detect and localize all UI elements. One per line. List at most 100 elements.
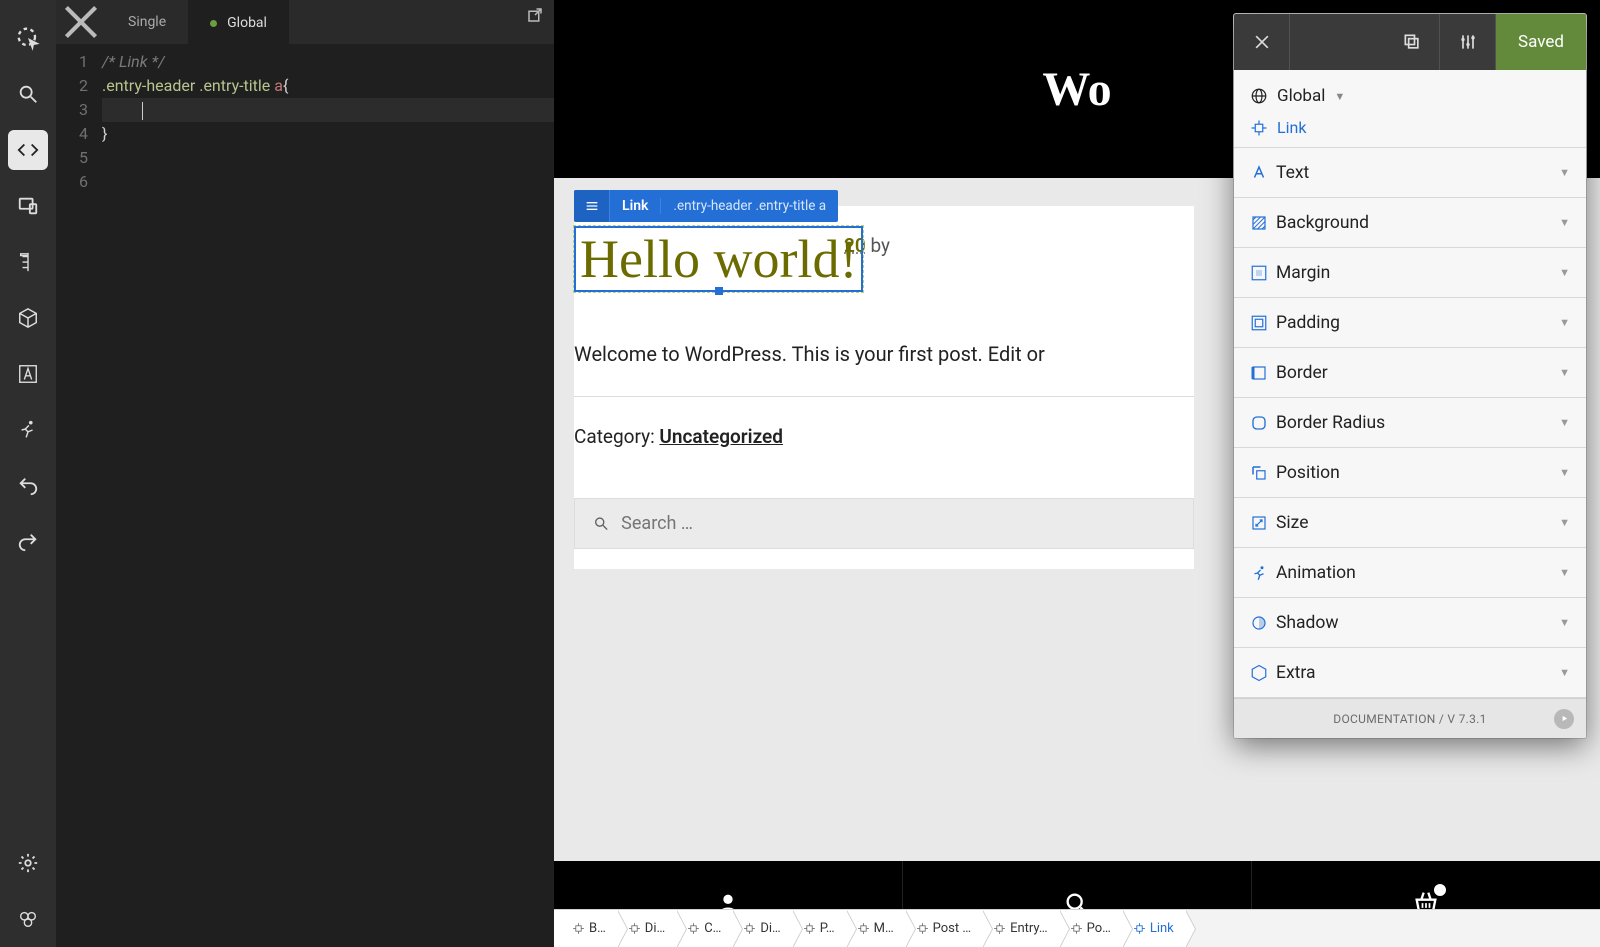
inspector-settings[interactable]	[1440, 14, 1496, 70]
tool-redo[interactable]	[8, 522, 48, 562]
unsaved-dot-icon	[210, 20, 217, 27]
extra-icon	[1250, 664, 1276, 682]
chevron-down-icon: ▼	[1559, 416, 1570, 429]
tool-3d[interactable]	[8, 298, 48, 338]
section-label: Margin	[1276, 263, 1559, 283]
selection-label: Link	[610, 198, 661, 214]
drag-handle-icon[interactable]	[574, 190, 610, 222]
tab-global[interactable]: Global	[188, 0, 289, 44]
target-icon	[687, 922, 700, 935]
inspector-panel: Saved Global ▼ Link Text▼Background▼Marg…	[1234, 14, 1586, 738]
chevron-down-icon: ▼	[1559, 266, 1570, 279]
tool-selector[interactable]	[8, 18, 48, 58]
target-icon	[628, 922, 641, 935]
inspector-copy[interactable]	[1384, 14, 1440, 70]
chevron-down-icon: ▼	[1334, 90, 1345, 103]
section-border-radius[interactable]: Border Radius▼	[1234, 398, 1586, 448]
post-content: Welcome to WordPress. This is your first…	[574, 322, 1194, 397]
size-icon	[1250, 514, 1276, 532]
tool-animation[interactable]	[8, 410, 48, 450]
tool-extensions[interactable]	[8, 899, 48, 939]
section-label: Border Radius	[1276, 413, 1559, 433]
popout-button[interactable]	[526, 6, 544, 28]
code-tabs: Single Global	[56, 0, 554, 44]
shadow-icon	[1250, 614, 1276, 632]
target-icon	[1070, 922, 1083, 935]
scope-label: Global	[1277, 86, 1325, 106]
selected-element[interactable]: Hello world!	[574, 226, 863, 292]
section-text[interactable]: Text▼	[1234, 148, 1586, 198]
crumb-label: Entry…	[1010, 921, 1048, 936]
chevron-down-icon: ▼	[1559, 366, 1570, 379]
post-by: by	[870, 234, 890, 257]
category-label: Category:	[574, 425, 659, 448]
section-shadow[interactable]: Shadow▼	[1234, 598, 1586, 648]
target-icon	[803, 922, 816, 935]
section-padding[interactable]: Padding▼	[1234, 298, 1586, 348]
app-root: Single Global 1/* Link */2.entry-header …	[0, 0, 1600, 947]
search-input[interactable]	[621, 513, 1175, 534]
tool-typography[interactable]	[8, 354, 48, 394]
entry-title-link[interactable]: Hello world!	[576, 227, 861, 291]
target-icon	[993, 922, 1006, 935]
section-label: Border	[1276, 363, 1559, 383]
target-icon	[1250, 119, 1268, 137]
chevron-down-icon: ▼	[1559, 516, 1570, 529]
chevron-down-icon: ▼	[1559, 616, 1570, 629]
section-margin[interactable]: Margin▼	[1234, 248, 1586, 298]
target-icon	[857, 922, 870, 935]
target-element[interactable]: Link	[1250, 110, 1570, 141]
post-category: Category: Uncategorized	[574, 397, 1194, 448]
save-status[interactable]: Saved	[1496, 14, 1586, 70]
code-panel: Single Global 1/* Link */2.entry-header …	[56, 0, 554, 947]
target-icon	[916, 922, 929, 935]
category-link[interactable]: Uncategorized	[659, 425, 783, 448]
section-extra[interactable]: Extra▼	[1234, 648, 1586, 698]
chevron-down-icon: ▼	[1559, 466, 1570, 479]
tool-code[interactable]	[8, 130, 48, 170]
section-label: Extra	[1276, 663, 1559, 683]
section-background[interactable]: Background▼	[1234, 198, 1586, 248]
section-animation[interactable]: Animation▼	[1234, 548, 1586, 598]
tab-single[interactable]: Single	[106, 0, 188, 44]
target-icon	[572, 922, 585, 935]
chevron-down-icon: ▼	[1559, 666, 1570, 679]
close-code-panel[interactable]	[56, 0, 106, 44]
inspector-close[interactable]	[1234, 14, 1290, 70]
version-label: DOCUMENTATION / V 7.3.1	[1333, 712, 1486, 726]
chevron-down-icon: ▼	[1559, 316, 1570, 329]
search-icon	[593, 515, 609, 532]
section-border[interactable]: Border▼	[1234, 348, 1586, 398]
target-icon	[743, 922, 756, 935]
tool-search[interactable]	[8, 74, 48, 114]
crumb-label: B…	[589, 921, 606, 936]
text-icon	[1250, 164, 1276, 182]
target-icon	[1133, 922, 1146, 935]
crumb-label: Di…	[645, 921, 665, 936]
tool-settings[interactable]	[8, 843, 48, 883]
code-editor[interactable]: 1/* Link */2.entry-header .entry-title a…	[56, 44, 554, 947]
background-icon	[1250, 214, 1276, 232]
play-button[interactable]	[1554, 709, 1574, 729]
crumb-label: Link	[1150, 921, 1174, 936]
tool-ruler[interactable]	[8, 242, 48, 282]
section-size[interactable]: Size▼	[1234, 498, 1586, 548]
tool-devices[interactable]	[8, 186, 48, 226]
selection-toolbar[interactable]: Link .entry-header .entry-title a	[574, 190, 838, 222]
scope-selector[interactable]: Global ▼	[1250, 82, 1570, 110]
margin-icon	[1250, 264, 1276, 282]
tool-undo[interactable]	[8, 466, 48, 506]
border-icon	[1250, 364, 1276, 382]
padding-icon	[1250, 314, 1276, 332]
inspector-sections: Text▼Background▼Margin▼Padding▼Border▼Bo…	[1234, 148, 1586, 698]
crumb-0[interactable]: B…	[554, 910, 618, 947]
crumb-label: Post …	[933, 921, 971, 936]
selection-wrap: Link .entry-header .entry-title a 20 by …	[574, 226, 1194, 292]
crumb-label: Po…	[1087, 921, 1111, 936]
crumb-label: P…	[820, 921, 835, 936]
chevron-down-icon: ▼	[1559, 166, 1570, 179]
section-position[interactable]: Position▼	[1234, 448, 1586, 498]
section-label: Position	[1276, 463, 1559, 483]
section-label: Shadow	[1276, 613, 1559, 633]
crumb-label: Di…	[760, 921, 780, 936]
